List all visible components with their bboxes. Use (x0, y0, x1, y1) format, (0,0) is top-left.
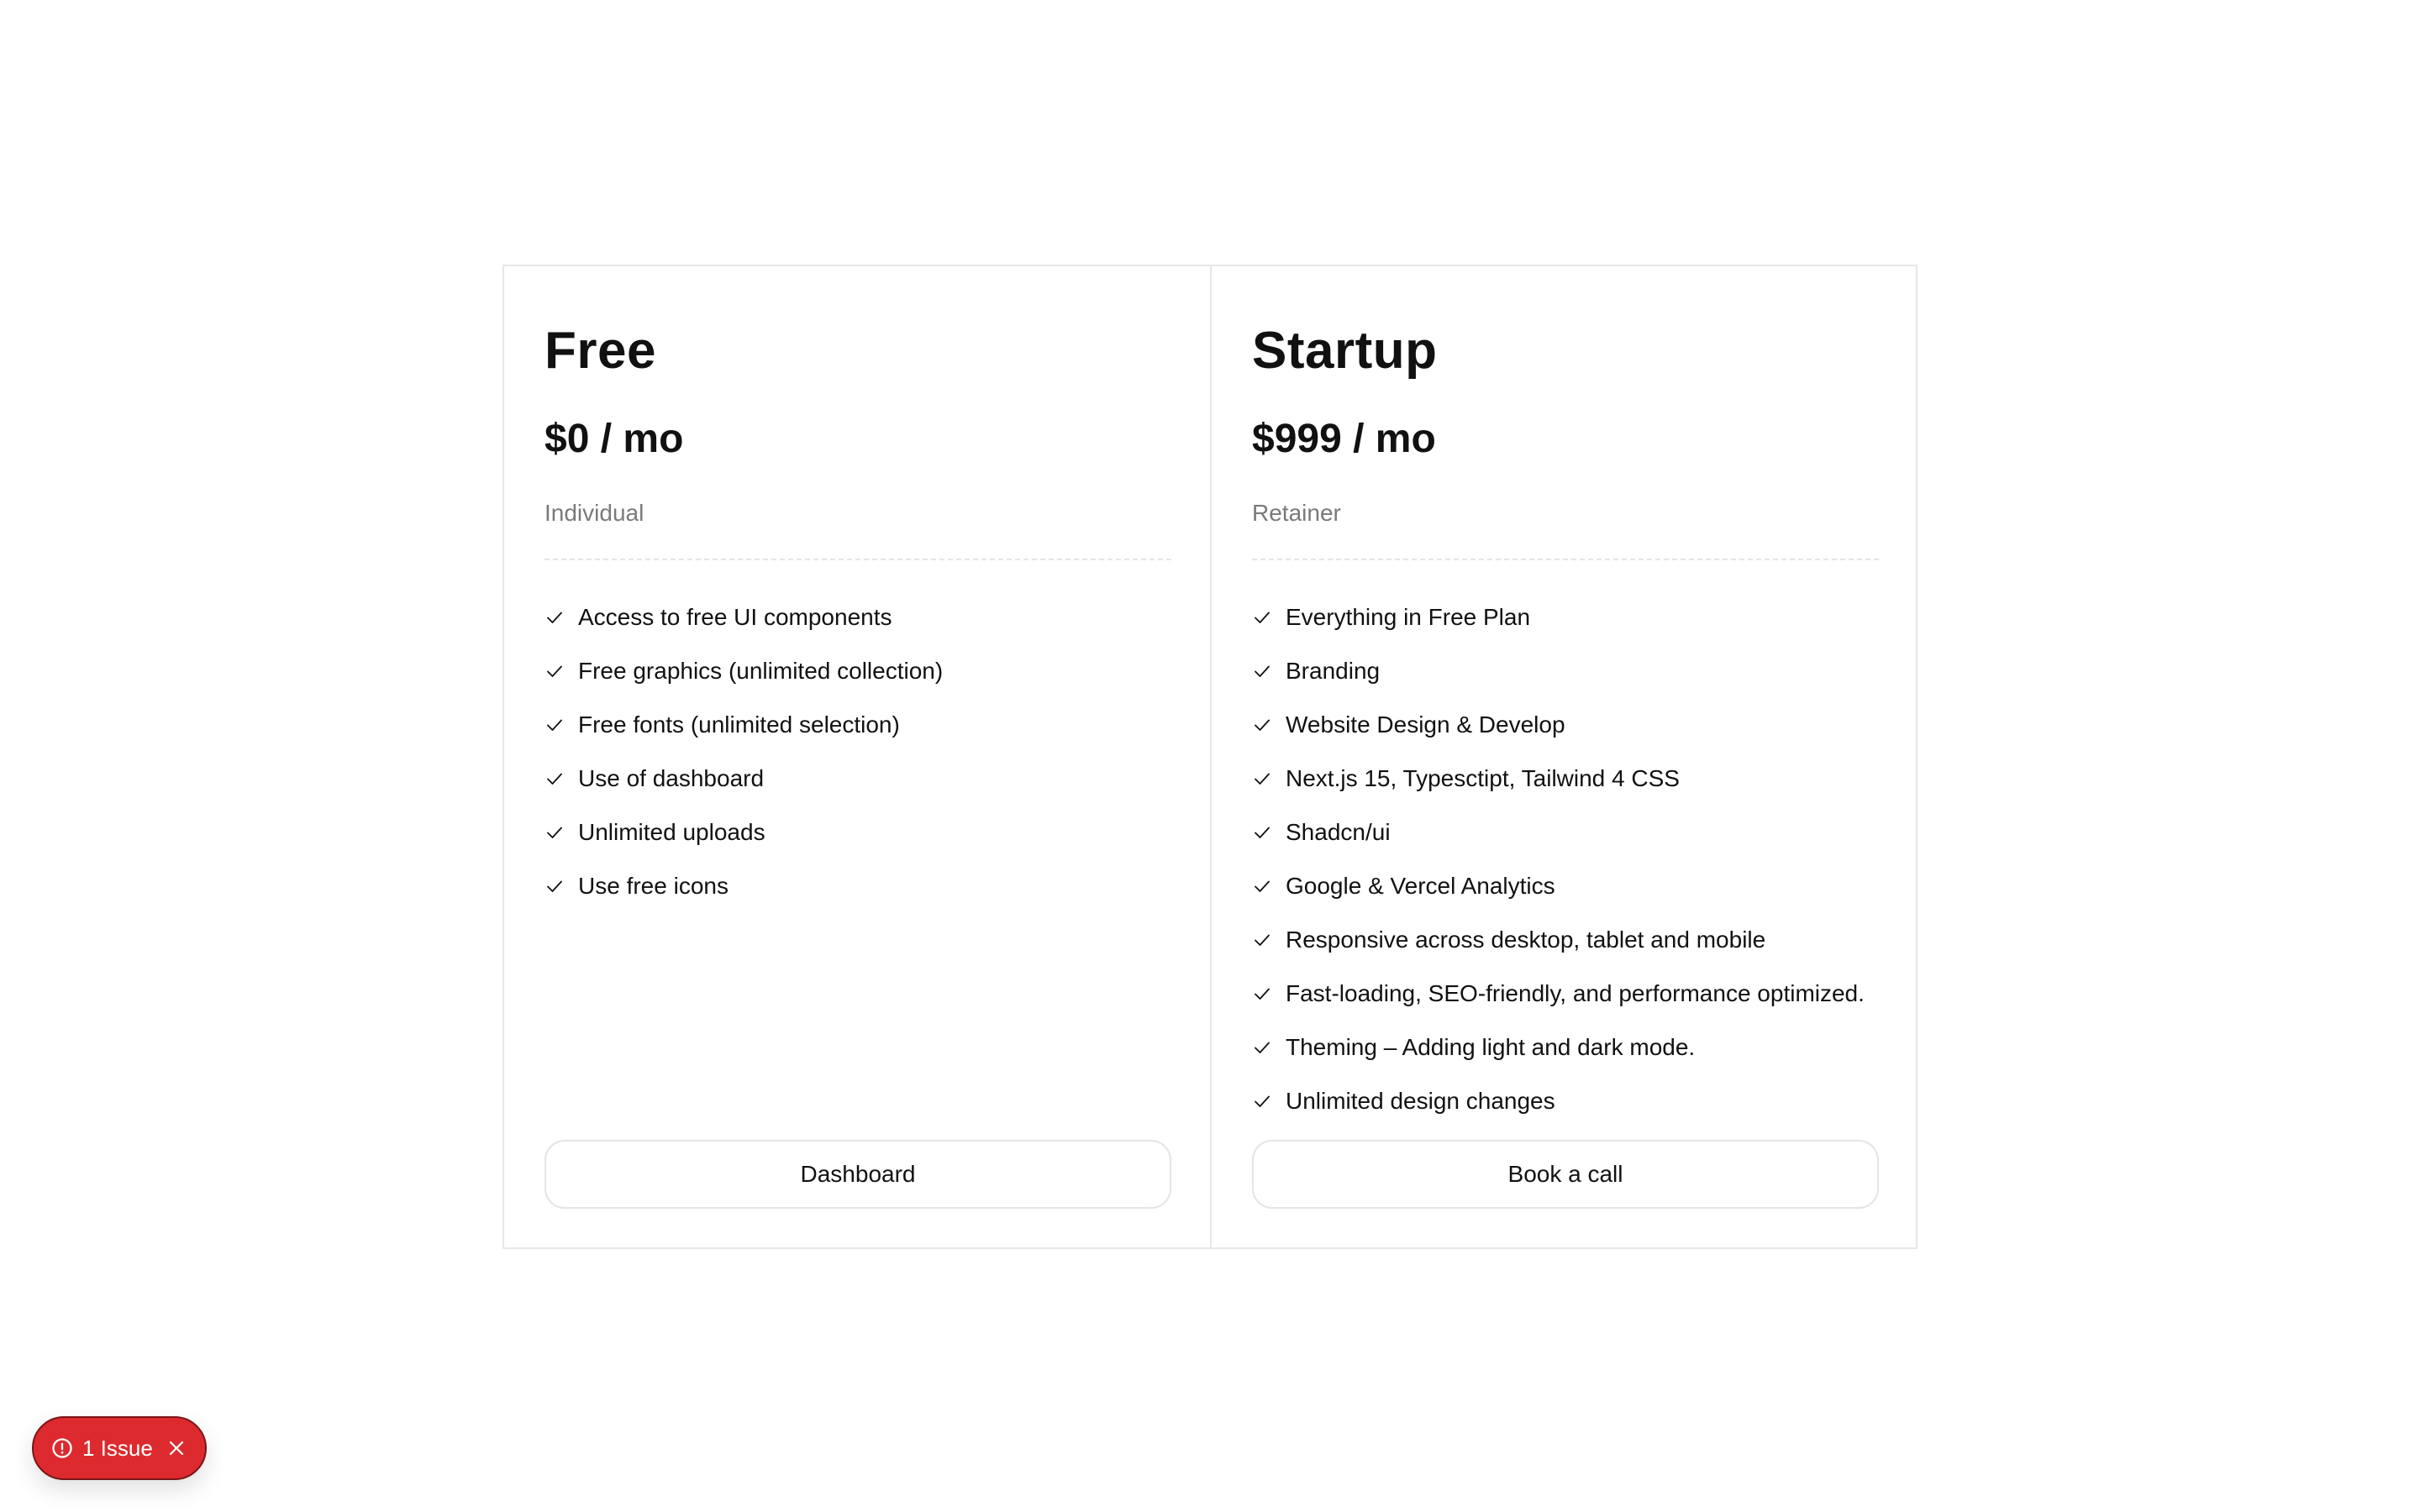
check-icon (547, 880, 562, 892)
feature-label: Free fonts (unlimited selection) (578, 711, 900, 738)
pricing-page: Free $0 / mo Individual Access to free U… (0, 0, 2420, 1512)
feature-item: Shadcn/ui (1252, 806, 1876, 859)
feature-item: Google & Vercel Analytics (1252, 859, 1876, 913)
check-icon (1255, 880, 1270, 892)
issue-count-label: 1 Issue (82, 1436, 153, 1461)
check-icon (547, 665, 562, 677)
plan-price: $0 / mo (544, 417, 684, 461)
check-icon (1255, 934, 1270, 946)
plan-subtitle: Retainer (1252, 500, 1341, 526)
feature-item: Next.js 15, Typesctipt, Tailwind 4 CSS (1252, 752, 1876, 806)
feature-item: Free graphics (unlimited collection) (544, 644, 1170, 698)
feature-label: Website Design & Develop (1286, 711, 1565, 738)
feature-item: Everything in Free Plan (1252, 591, 1876, 644)
check-icon (1255, 1095, 1270, 1107)
feature-label: Use free icons (578, 873, 729, 899)
feature-item: Website Design & Develop (1252, 698, 1876, 752)
feature-list: Access to free UI components Free graphi… (544, 591, 1170, 913)
plan-card-startup: Startup $999 / mo Retainer Everything in… (1210, 266, 1916, 1247)
plan-name: Free (544, 322, 656, 380)
feature-item: Access to free UI components (544, 591, 1170, 644)
feature-label: Access to free UI components (578, 604, 892, 630)
feature-item: Fast-loading, SEO-friendly, and performa… (1252, 967, 1876, 1021)
book-a-call-button[interactable]: Book a call (1252, 1140, 1879, 1209)
check-icon (547, 773, 562, 785)
check-icon (547, 612, 562, 623)
plan-price: $999 / mo (1252, 417, 1436, 461)
feature-list: Everything in Free Plan Branding Website… (1252, 591, 1876, 1128)
check-icon (1255, 1042, 1270, 1053)
feature-label: Unlimited uploads (578, 819, 765, 845)
feature-label: Branding (1286, 658, 1381, 684)
feature-item: Unlimited design changes (1252, 1074, 1876, 1128)
check-icon (1255, 988, 1270, 1000)
pricing-table: Free $0 / mo Individual Access to free U… (502, 265, 1918, 1249)
alert-circle-icon (52, 1438, 72, 1458)
feature-label: Use of dashboard (578, 765, 765, 791)
check-icon (547, 827, 562, 838)
check-icon (1255, 773, 1270, 785)
check-icon (1255, 612, 1270, 623)
close-icon[interactable] (166, 1438, 187, 1458)
feature-item: Free fonts (unlimited selection) (544, 698, 1170, 752)
feature-label: Free graphics (unlimited collection) (578, 658, 944, 684)
feature-label: Responsive across desktop, tablet and mo… (1286, 927, 1766, 953)
feature-label: Theming – Adding light and dark mode. (1286, 1034, 1696, 1060)
feature-item: Use of dashboard (544, 752, 1170, 806)
issue-badge[interactable]: 1 Issue (32, 1416, 207, 1480)
feature-label: Shadcn/ui (1286, 819, 1391, 845)
feature-item: Unlimited uploads (544, 806, 1170, 859)
feature-item: Use free icons (544, 859, 1170, 913)
dashboard-button[interactable]: Dashboard (544, 1140, 1171, 1209)
feature-label: Everything in Free Plan (1286, 604, 1531, 630)
feature-item: Theming – Adding light and dark mode. (1252, 1021, 1876, 1074)
plan-subtitle: Individual (544, 500, 644, 526)
check-icon (547, 719, 562, 731)
divider (544, 559, 1171, 560)
feature-item: Responsive across desktop, tablet and mo… (1252, 913, 1876, 967)
plan-card-free: Free $0 / mo Individual Access to free U… (504, 266, 1210, 1247)
check-icon (1255, 719, 1270, 731)
feature-label: Unlimited design changes (1286, 1088, 1555, 1114)
feature-item: Branding (1252, 644, 1876, 698)
divider (1252, 559, 1879, 560)
feature-label: Next.js 15, Typesctipt, Tailwind 4 CSS (1286, 765, 1680, 791)
check-icon (1255, 665, 1270, 677)
feature-label: Google & Vercel Analytics (1286, 873, 1555, 899)
feature-label: Fast-loading, SEO-friendly, and performa… (1286, 980, 1865, 1006)
check-icon (1255, 827, 1270, 838)
plan-name: Startup (1252, 322, 1438, 380)
